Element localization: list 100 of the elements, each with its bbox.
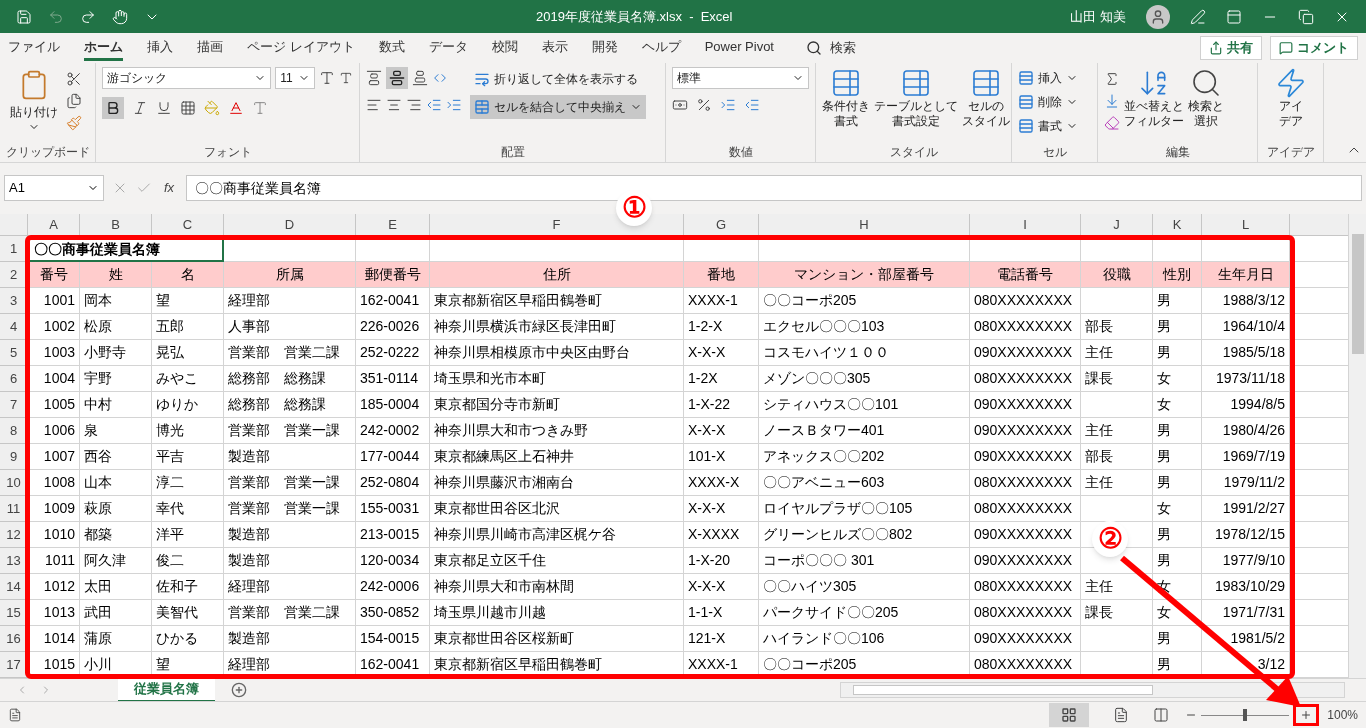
column-header[interactable]: A [28, 214, 80, 236]
pen-icon[interactable] [1190, 8, 1206, 25]
ribbon-tab[interactable]: ファイル [8, 35, 60, 61]
column-header[interactable]: G [684, 214, 759, 236]
fill-color-icon[interactable] [204, 100, 220, 116]
name-box[interactable]: A1 [4, 175, 104, 201]
shrink-font-icon[interactable] [339, 71, 353, 85]
row-header[interactable]: 5 [0, 340, 28, 366]
search-field[interactable]: 検索 [806, 38, 856, 58]
italic-icon[interactable] [132, 100, 148, 116]
font-name-field[interactable]: 游ゴシック [102, 67, 272, 89]
column-header[interactable]: I [970, 214, 1081, 236]
row-header[interactable]: 8 [0, 418, 28, 444]
style-button[interactable]: セルの スタイル [962, 67, 1010, 129]
column-header[interactable]: C [152, 214, 224, 236]
align-left-icon[interactable] [366, 97, 382, 113]
row-header[interactable]: 1 [0, 236, 28, 262]
column-header[interactable]: J [1081, 214, 1153, 236]
style-button[interactable]: テーブルとして 書式設定 [874, 67, 958, 129]
column-header[interactable]: E [356, 214, 430, 236]
row-header[interactable]: 4 [0, 314, 28, 340]
column-header[interactable]: B [80, 214, 152, 236]
horizontal-scrollbar[interactable] [840, 682, 1345, 698]
insert-function-button[interactable]: fx [160, 178, 179, 198]
decrease-indent-icon[interactable] [426, 97, 442, 113]
row-header[interactable]: 14 [0, 574, 28, 600]
sum-icon[interactable] [1104, 71, 1120, 87]
wrap-text-button[interactable]: 折り返して全体を表示する [470, 67, 646, 91]
row-header[interactable]: 3 [0, 288, 28, 314]
decimal-decrease-icon[interactable] [744, 97, 760, 113]
row-header[interactable]: 6 [0, 366, 28, 392]
editing-button[interactable]: 並べ替えと フィルター [1124, 67, 1184, 131]
align-center-icon[interactable] [386, 97, 402, 113]
page-break-icon[interactable] [1153, 707, 1170, 723]
merge-center-button[interactable]: セルを結合して中央揃え [470, 95, 646, 119]
row-header[interactable]: 9 [0, 444, 28, 470]
phonetic-icon[interactable] [252, 100, 268, 116]
zoom-thumb[interactable] [1243, 709, 1248, 721]
save-icon[interactable] [16, 8, 32, 25]
style-button[interactable]: 条件付き 書式 [822, 67, 870, 129]
sheet-tab[interactable]: 従業員名簿 [118, 678, 215, 702]
ribbon-tab[interactable]: 開発 [591, 35, 618, 61]
ribbon-tab[interactable]: 挿入 [147, 35, 173, 61]
cells-button[interactable]: 挿入 [1018, 67, 1078, 89]
paste-button[interactable]: 貼り付け [6, 67, 62, 133]
currency-icon[interactable] [672, 97, 688, 113]
vertical-scrollbar[interactable] [1348, 214, 1366, 678]
row-header[interactable]: 10 [0, 470, 28, 496]
editing-button[interactable]: 検索と 選択 [1188, 67, 1224, 131]
row-header[interactable]: 2 [0, 262, 28, 288]
share-button[interactable]: 共有 [1200, 36, 1262, 60]
macro-record-icon[interactable] [8, 708, 22, 722]
cells-button[interactable]: 書式 [1018, 115, 1078, 137]
page-layout-icon[interactable] [1113, 707, 1130, 723]
column-header[interactable]: K [1153, 214, 1202, 236]
number-format-field[interactable]: 標準 [672, 67, 809, 89]
zoom-slider[interactable] [1201, 708, 1290, 722]
middle-align-button[interactable] [386, 67, 408, 89]
ribbon-tab[interactable]: 表示 [541, 35, 568, 61]
row-header[interactable]: 15 [0, 600, 28, 626]
ideas-button[interactable]: アイ デア [1264, 67, 1317, 129]
restore-icon[interactable] [1298, 8, 1314, 25]
touch-mode-icon[interactable] [112, 8, 128, 25]
row-header[interactable]: 16 [0, 626, 28, 652]
ribbon-tab[interactable]: 数式 [378, 35, 405, 61]
row-header[interactable]: 13 [0, 548, 28, 574]
ribbon-display-icon[interactable] [1226, 8, 1242, 25]
bold-button[interactable] [102, 97, 124, 119]
column-header[interactable]: H [759, 214, 970, 236]
normal-view-button[interactable] [1049, 703, 1090, 727]
ribbon-tab[interactable]: データ [428, 35, 468, 61]
cells-button[interactable]: 削除 [1018, 91, 1078, 113]
fill-icon[interactable] [1104, 93, 1120, 109]
borders-icon[interactable] [180, 100, 196, 116]
ribbon-tab[interactable]: 描画 [197, 35, 223, 61]
cut-icon[interactable] [66, 71, 82, 87]
font-size-field[interactable]: 11 [275, 67, 316, 89]
percent-icon[interactable] [696, 97, 712, 113]
eraser-icon[interactable] [1104, 115, 1120, 131]
row-header[interactable]: 11 [0, 496, 28, 522]
ribbon-tab[interactable]: ページ レイアウト [247, 35, 355, 61]
bottom-align-icon[interactable] [412, 70, 428, 86]
column-header[interactable]: D [224, 214, 356, 236]
comment-button[interactable]: コメント [1270, 36, 1358, 60]
ribbon-tab[interactable]: Power Pivot [704, 35, 774, 61]
align-right-icon[interactable] [406, 97, 422, 113]
row-header[interactable]: 17 [0, 652, 28, 678]
avatar[interactable] [1146, 4, 1170, 29]
increase-indent-icon[interactable] [446, 97, 462, 113]
redo-icon[interactable] [80, 8, 96, 25]
add-sheet-icon[interactable] [231, 682, 247, 698]
copy-icon[interactable] [66, 93, 82, 109]
row-header[interactable]: 12 [0, 522, 28, 548]
column-header[interactable]: L [1202, 214, 1290, 236]
font-color-icon[interactable] [228, 100, 244, 116]
underline-icon[interactable] [156, 100, 172, 116]
grow-font-icon[interactable] [319, 70, 336, 86]
ribbon-tab[interactable]: 校閲 [491, 35, 518, 61]
top-align-icon[interactable] [366, 70, 382, 86]
ribbon-tab[interactable]: ヘルプ [641, 35, 681, 61]
